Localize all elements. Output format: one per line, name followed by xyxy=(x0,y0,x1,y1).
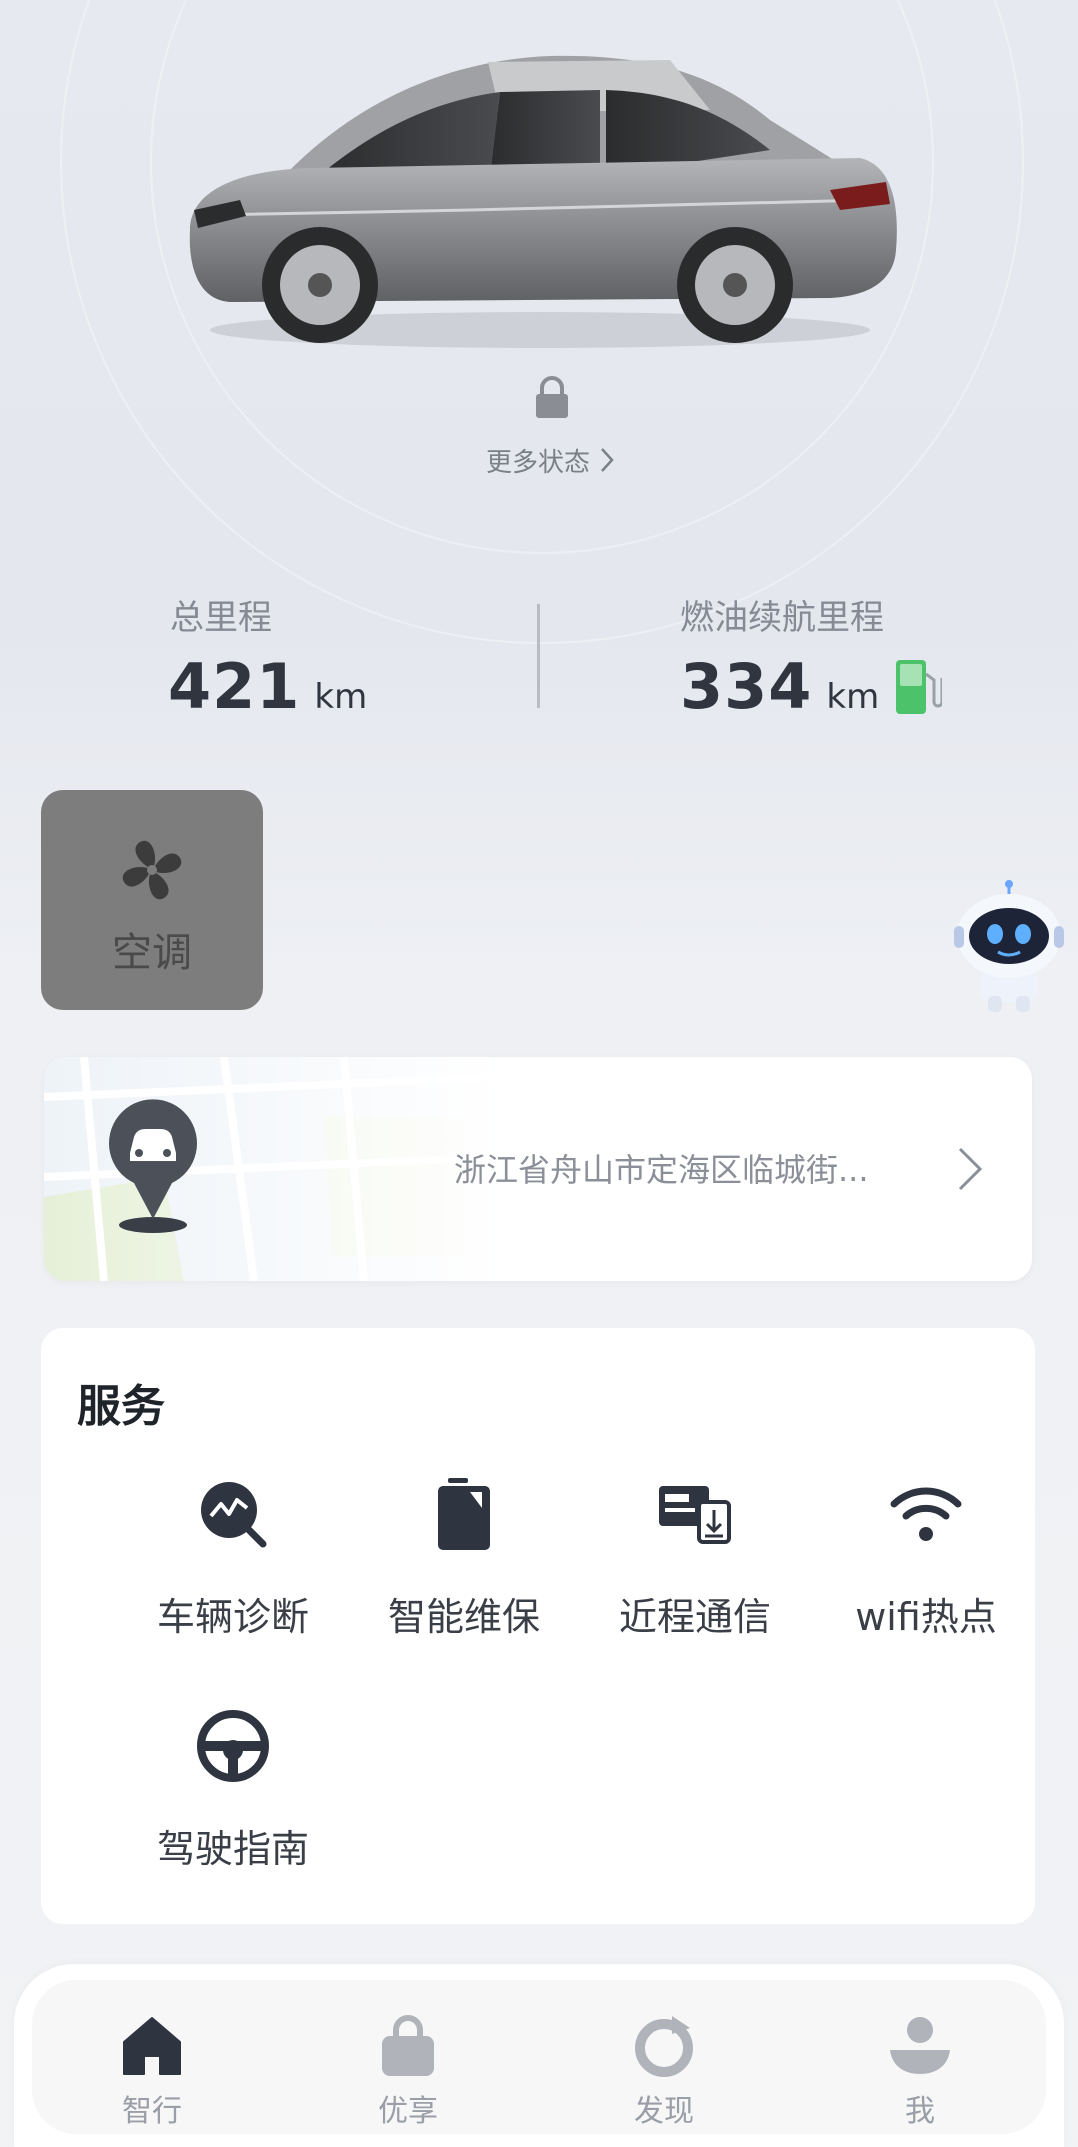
service-label: wifi热点 xyxy=(855,1595,997,1639)
near-communication-icon xyxy=(659,1486,731,1544)
vehicle-location-card[interactable]: 浙江省舟山市定海区临城街... xyxy=(44,1057,1032,1281)
tab-benefits[interactable]: 优享 xyxy=(308,1980,508,2134)
lock-icon xyxy=(536,376,568,418)
bag-icon xyxy=(382,2015,434,2076)
diagnosis-icon xyxy=(201,1482,267,1548)
car-location-pin-icon xyxy=(108,1099,197,1233)
stats-divider xyxy=(537,604,540,708)
fuel-range-value: 334 xyxy=(680,650,813,723)
total-mileage-value: 421 xyxy=(168,650,301,723)
vehicle-address: 浙江省舟山市定海区临城街... xyxy=(454,1151,869,1189)
service-label: 智能维保 xyxy=(387,1595,540,1639)
tab-label: 我 xyxy=(905,2094,935,2129)
ac-button[interactable]: 空调 xyxy=(41,790,263,1010)
fuel-range: 334 km xyxy=(680,650,879,723)
service-smart-maintenance[interactable]: 智能维保 xyxy=(348,1478,580,1678)
fan-icon xyxy=(122,840,182,900)
tab-me[interactable]: 我 xyxy=(820,1980,1020,2134)
service-wifi-hotspot[interactable]: wifi热点 xyxy=(810,1478,1042,1678)
more-status-link[interactable]: 更多状态 xyxy=(450,438,650,482)
tab-smart-travel[interactable]: 智行 xyxy=(52,1980,252,2134)
service-label: 驾驶指南 xyxy=(156,1827,309,1871)
discover-icon xyxy=(635,2016,693,2077)
ac-label: 空调 xyxy=(112,930,192,976)
robot-assistant-icon[interactable] xyxy=(950,878,1068,1014)
tab-bar-inner: 智行 优享 发现 我 xyxy=(32,1980,1046,2134)
car-image xyxy=(189,55,897,348)
tab-label: 智行 xyxy=(122,2094,182,2129)
profile-icon xyxy=(890,2017,950,2074)
tab-label: 发现 xyxy=(634,2094,694,2129)
chevron-right-icon xyxy=(601,448,614,472)
total-mileage-label: 总里程 xyxy=(170,598,272,638)
service-label: 车辆诊断 xyxy=(156,1595,309,1639)
service-near-communication[interactable]: 近程通信 xyxy=(579,1478,811,1678)
total-mileage: 421 km xyxy=(168,650,367,723)
bottom-tab-bar: 智行 优享 发现 我 xyxy=(14,1964,1064,2147)
service-driving-guide[interactable]: 驾驶指南 xyxy=(117,1710,349,1910)
chevron-right-icon xyxy=(958,1147,983,1191)
steering-wheel-icon xyxy=(197,1710,269,1782)
services-card: 服务 车辆诊断 智能维保 近程通信 wifi热点 驾驶指南 xyxy=(41,1328,1035,1924)
fuel-pump-icon xyxy=(896,660,942,714)
more-status-label: 更多状态 xyxy=(485,447,590,478)
service-vehicle-diagnosis[interactable]: 车辆诊断 xyxy=(117,1478,349,1678)
wifi-icon xyxy=(890,1487,962,1541)
home-icon xyxy=(123,2017,181,2075)
fuel-range-label: 燃油续航里程 xyxy=(680,598,884,638)
total-mileage-unit: km xyxy=(314,677,368,717)
tab-discover[interactable]: 发现 xyxy=(564,1980,764,2134)
service-label: 近程通信 xyxy=(618,1595,771,1639)
services-title: 服务 xyxy=(77,1381,165,1432)
maintenance-icon xyxy=(438,1478,490,1550)
fuel-range-unit: km xyxy=(826,677,880,717)
tab-label: 优享 xyxy=(378,2094,438,2129)
